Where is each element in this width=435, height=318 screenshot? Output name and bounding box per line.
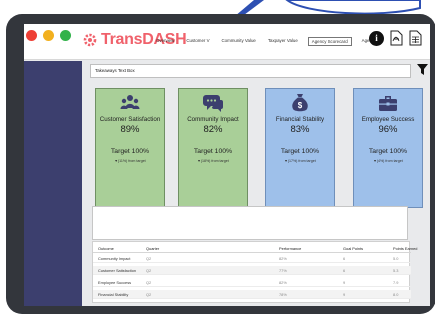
maximize-window-button[interactable] bbox=[60, 30, 71, 41]
cell-performance: 82% bbox=[279, 280, 287, 285]
column-header[interactable]: Performance bbox=[279, 244, 301, 253]
table-row[interactable]: Customer Satisfaction Q2 77% 6 5.3 bbox=[93, 266, 411, 275]
nav-overview[interactable]: Overview bbox=[154, 37, 176, 46]
table-row[interactable]: Employee Success Q2 82% 9 7.9 bbox=[93, 278, 411, 287]
table-row[interactable]: Community Impact Q2 82% 6 5.0 bbox=[93, 254, 411, 263]
kpi-note: ▼(18%) from target bbox=[197, 159, 229, 163]
kpi-card-community-impact[interactable]: Community Impact 82% Target 100% ▼(18%) … bbox=[178, 88, 248, 208]
window-controls bbox=[26, 30, 71, 42]
nav-agency-scorecard[interactable]: Agency Scorecard bbox=[307, 37, 352, 46]
cell-outcome: Community Impact bbox=[98, 256, 131, 261]
scorecard-table: Outcome Quarter Performance Goal Points … bbox=[92, 241, 417, 303]
cell-points-earned: 7.9 bbox=[393, 280, 399, 285]
spreadsheet-export-icon[interactable] bbox=[409, 30, 422, 46]
kpi-target: Target 100% bbox=[368, 148, 408, 155]
briefcase-icon bbox=[379, 96, 397, 111]
kpi-label: Customer Satisfaction bbox=[99, 116, 161, 123]
kpi-target: Target 100% bbox=[193, 148, 233, 155]
main-nav: Overview Customer V Community Value Taxp… bbox=[154, 37, 378, 46]
cell-performance: 82% bbox=[279, 256, 287, 261]
kpi-card-employee-success[interactable]: Employee Success 96% Target 100% ▼(4%) f… bbox=[353, 88, 423, 208]
kpi-label: Community Impact bbox=[187, 116, 239, 123]
table-row[interactable]: Financial Stability Q2 78% 9 8.0 bbox=[93, 290, 411, 299]
kpi-value: 89% bbox=[120, 124, 140, 135]
cell-performance: 77% bbox=[279, 268, 287, 273]
empty-chart-area bbox=[92, 206, 408, 240]
cell-goal-points: 6 bbox=[343, 268, 346, 273]
cell-quarter: Q2 bbox=[146, 256, 152, 261]
cell-goal-points: 9 bbox=[343, 292, 346, 297]
header-tools: i bbox=[369, 30, 422, 46]
nav-customer-value[interactable]: Customer V bbox=[184, 37, 211, 46]
cell-points-earned: 5.3 bbox=[393, 268, 399, 273]
kpi-target: Target 100% bbox=[110, 148, 150, 155]
column-header[interactable]: Outcome bbox=[98, 244, 114, 253]
cell-outcome: Employee Success bbox=[98, 280, 132, 285]
filter-icon[interactable] bbox=[417, 64, 428, 75]
minimize-window-button[interactable] bbox=[43, 30, 54, 41]
screen: TransDASH Overview Customer V Community … bbox=[24, 24, 430, 306]
gear-icon bbox=[83, 33, 97, 47]
kpi-note: ▼(4%) from target bbox=[373, 159, 403, 163]
people-group-icon bbox=[120, 95, 140, 109]
nav-taxpayer-value[interactable]: Taxpayer Value bbox=[266, 37, 300, 46]
app-header: TransDASH Overview Customer V Community … bbox=[24, 24, 430, 60]
kpi-card-customer-satisfaction[interactable]: Customer Satisfaction 89% Target 100% ▼(… bbox=[95, 88, 165, 208]
info-icon[interactable]: i bbox=[369, 30, 384, 46]
kpi-note: ▼(11%) from target bbox=[114, 159, 146, 163]
svg-text:$: $ bbox=[298, 101, 303, 110]
sidebar bbox=[24, 61, 82, 306]
pdf-export-icon[interactable] bbox=[390, 30, 403, 46]
kpi-card-financial-stability[interactable]: $ Financial Stability 83% Target 100% ▼(… bbox=[265, 88, 335, 208]
cell-quarter: Q2 bbox=[146, 292, 152, 297]
cell-performance: 78% bbox=[279, 292, 287, 297]
stage: TransDASH Overview Customer V Community … bbox=[0, 0, 435, 318]
column-header[interactable]: Goal Points bbox=[343, 244, 363, 253]
table-header-row: Outcome Quarter Performance Goal Points … bbox=[93, 244, 417, 253]
kpi-cards: Customer Satisfaction 89% Target 100% ▼(… bbox=[95, 88, 425, 208]
nav-community-value[interactable]: Community Value bbox=[220, 37, 258, 46]
cell-quarter: Q2 bbox=[146, 280, 152, 285]
main-panel: Takeaways Text Box Customer Satisfaction… bbox=[90, 61, 430, 306]
takeaways-textbox[interactable]: Takeaways Text Box bbox=[90, 64, 411, 78]
cell-points-earned: 8.0 bbox=[393, 292, 399, 297]
cell-outcome: Financial Stability bbox=[98, 292, 129, 297]
kpi-value: 82% bbox=[203, 124, 223, 135]
kpi-value: 96% bbox=[378, 124, 398, 135]
cell-points-earned: 5.0 bbox=[393, 256, 399, 261]
cell-outcome: Customer Satisfaction bbox=[98, 268, 137, 273]
cell-quarter: Q2 bbox=[146, 268, 152, 273]
tablet-frame: TransDASH Overview Customer V Community … bbox=[6, 14, 435, 314]
money-bag-icon: $ bbox=[292, 94, 308, 112]
cell-goal-points: 9 bbox=[343, 280, 346, 285]
column-header[interactable]: Points Earned bbox=[393, 244, 417, 253]
kpi-note: ▼(17%) from target bbox=[284, 159, 316, 163]
kpi-label: Financial Stability bbox=[275, 116, 325, 123]
column-header[interactable]: Quarter bbox=[146, 244, 159, 253]
kpi-target: Target 100% bbox=[280, 148, 320, 155]
cell-goal-points: 6 bbox=[343, 256, 346, 261]
kpi-label: Employee Success bbox=[361, 116, 415, 123]
close-window-button[interactable] bbox=[26, 30, 37, 41]
chat-bubbles-icon bbox=[203, 95, 223, 112]
kpi-value: 83% bbox=[290, 124, 310, 135]
